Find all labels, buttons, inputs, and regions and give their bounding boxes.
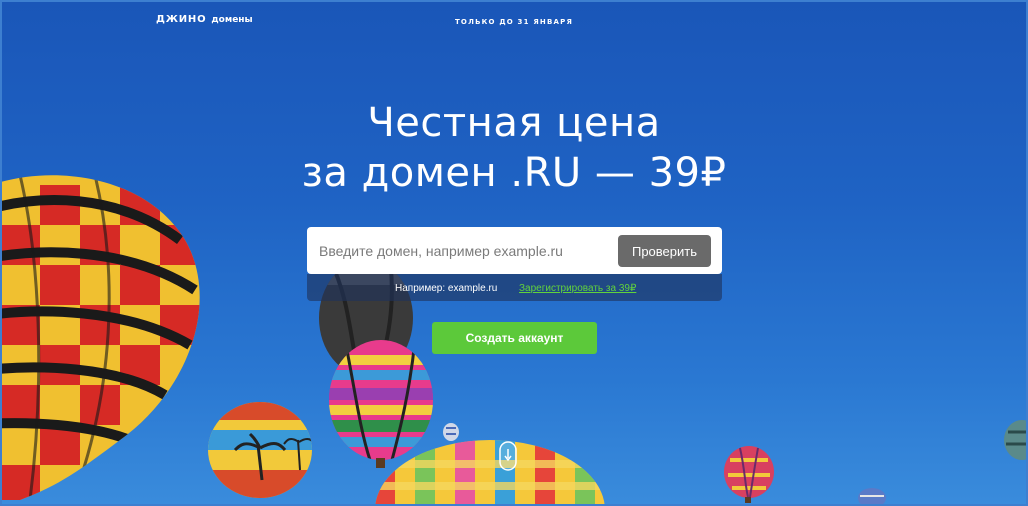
domain-search-input[interactable] [307, 227, 619, 274]
check-domain-button[interactable]: Проверить [618, 235, 711, 267]
hero-headline-line-2: за домен .RU — 39₽ [301, 150, 727, 196]
search-example-text: Например: example.ru [395, 283, 498, 294]
landing-page: ДЖИНО домены ТОЛЬКО ДО 31 ЯНВАРЯ Честная… [0, 0, 1028, 506]
scroll-down-icon[interactable] [498, 440, 518, 472]
domain-search-form: Проверить [307, 227, 722, 274]
create-account-button[interactable]: Создать аккаунт [432, 322, 597, 354]
hero-headline: Честная цена за домен .RU — 39₽ [0, 98, 1028, 198]
register-domain-link[interactable]: Зарегистрировать за 39₽ [519, 283, 636, 294]
promo-banner-text: ТОЛЬКО ДО 31 ЯНВАРЯ [454, 18, 574, 26]
hero-headline-line-1: Честная цена [367, 100, 661, 146]
search-hint-bar: Например: example.ru Зарегистрировать за… [307, 274, 722, 301]
